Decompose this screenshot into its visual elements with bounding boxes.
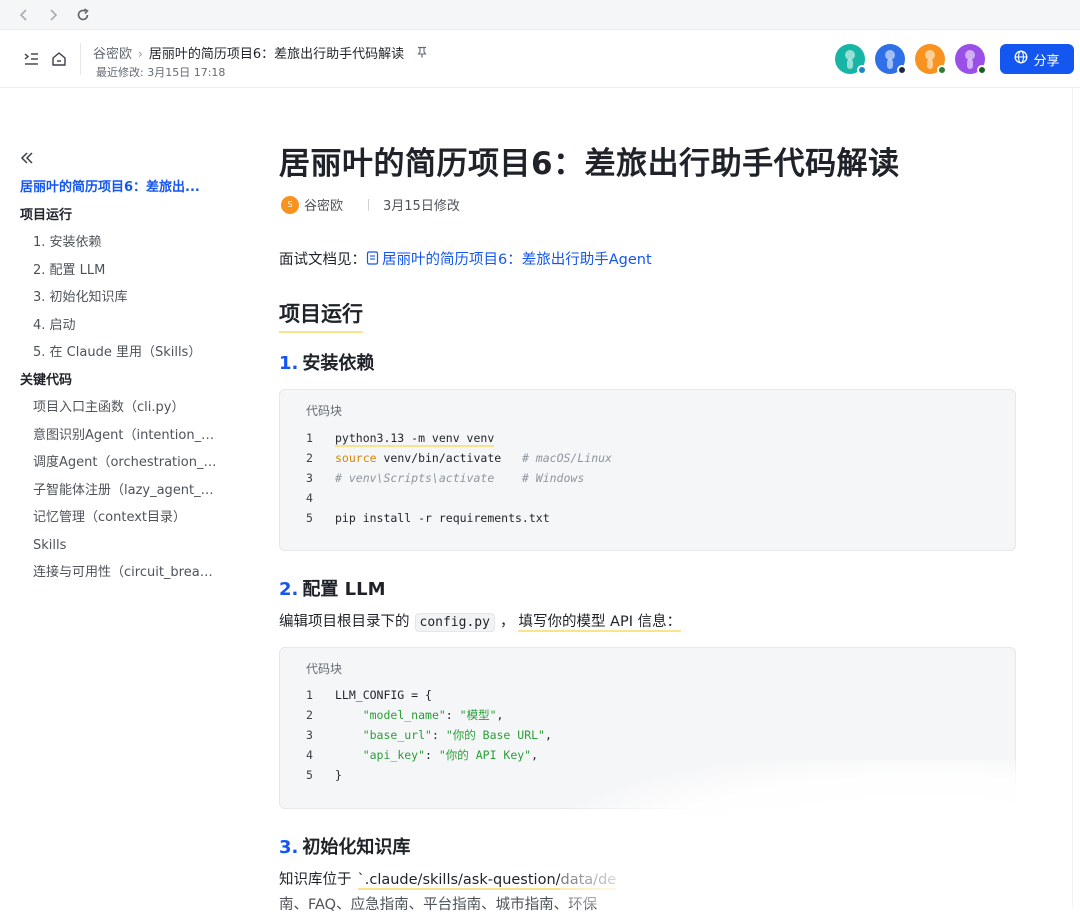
paragraph-text: ， (499, 614, 515, 630)
author-avatar[interactable]: S (281, 195, 299, 214)
doc-meta: S 谷密欧 3月15日修改 (281, 195, 460, 214)
status-dot (897, 65, 907, 75)
last-modified: 最近修改: 3月15日 17:18 (96, 66, 226, 79)
toc-item[interactable]: 记忆管理（context目录） (0, 504, 240, 532)
collaborator-avatar[interactable] (915, 44, 947, 75)
toc-item[interactable]: 意图识别Agent（intention_age... (0, 422, 240, 450)
toc-item[interactable]: 项目入口主函数（cli.py） (0, 394, 240, 422)
doc-link-text[interactable]: 居丽叶的简历项目6：差旅出行助手Agent (382, 252, 652, 268)
subsection-title: 初始化知识库 (302, 837, 411, 858)
meta-divider (368, 198, 370, 211)
toc-item[interactable]: 4. 启动 (0, 312, 240, 340)
toc-item[interactable]: 2. 配置 LLM (0, 257, 240, 285)
subsection-heading: 1. 安装依赖 (279, 349, 374, 375)
breadcrumb: 谷密欧 › 居丽叶的简历项目6：差旅出行助手代码解读 (93, 43, 428, 62)
toc-sidebar: 居丽叶的简历项目6：差旅出... 项目运行 1. 安装依赖 2. 配置 LLM … (0, 88, 240, 907)
collaborator-avatar[interactable] (955, 44, 987, 75)
toc-item[interactable]: 子智能体注册（lazy_agent_re... (0, 477, 240, 505)
toc-item[interactable]: 调度Agent（orchestration_age... (0, 449, 240, 477)
subsection-title: 安装依赖 (302, 353, 375, 374)
toc-item[interactable]: 1. 安装依赖 (0, 229, 240, 257)
status-dot (937, 65, 947, 75)
code-line: 3 # venv\Scripts\activate # Windows (306, 471, 585, 485)
toc-item[interactable]: 连接与可用性（circuit_breaker... (0, 559, 240, 587)
toc-item[interactable]: 5. 在 Claude 里用（Skills） (0, 339, 240, 367)
doc-title: 居丽叶的简历项目6：差旅出行助手代码解读 (279, 146, 900, 182)
toc-item[interactable]: 居丽叶的简历项目6：差旅出... (0, 174, 240, 202)
doc-link[interactable]: 居丽叶的简历项目6：差旅出行助手Agent (366, 251, 652, 268)
highlighted-text: 填写你的模型 API 信息： (518, 614, 682, 632)
toc-list: 居丽叶的简历项目6：差旅出... 项目运行 1. 安装依赖 2. 配置 LLM … (0, 174, 240, 587)
doc-icon (366, 251, 379, 265)
subsection-heading: 3. 初始化知识库 (279, 833, 410, 859)
header-divider (80, 43, 81, 75)
code-block-caption: 代码块 (306, 662, 343, 676)
collaborator-avatar[interactable] (875, 44, 907, 75)
toc-item[interactable]: Skills (0, 532, 240, 560)
code-line: 4 "api_key": "你的 API Key", (306, 748, 539, 762)
toc-item[interactable]: 项目运行 (0, 202, 240, 230)
toc-item[interactable]: 关键代码 (0, 367, 240, 395)
status-dot (857, 65, 867, 75)
back-icon[interactable] (16, 7, 32, 23)
status-dot (977, 65, 987, 75)
share-button[interactable]: 分享 (1000, 44, 1074, 74)
code-line: 5} (306, 768, 342, 782)
subsection-heading: 2. 配置 LLM (279, 575, 386, 601)
paragraph-text: 编辑项目根目录下的 (279, 614, 410, 630)
collapse-sidebar-icon[interactable] (19, 150, 35, 171)
paragraph: 编辑项目根目录下的 config.py，填写你的模型 API 信息： (279, 610, 682, 632)
inline-code: config.py (414, 613, 495, 632)
modified-date: 3月15日修改 (383, 199, 460, 214)
intro-paragraph: 面试文档见： 居丽叶的简历项目6：差旅出行助手Agent (279, 248, 652, 269)
code-line: 5 pip install -r requirements.txt (306, 511, 550, 525)
home-icon[interactable] (50, 50, 68, 68)
paragraph: 南、FAQ、应急指南、平台指南、城市指南、环保 (279, 897, 598, 913)
code-line: 1 python3.13 -m venv venv (306, 431, 495, 447)
blur-overlay (560, 760, 1080, 907)
globe-icon (1014, 50, 1028, 68)
subsection-number: 3. (279, 837, 299, 858)
paragraph-text: 知识库位于 (279, 872, 352, 888)
collaborator-avatar[interactable] (835, 44, 867, 75)
author-name[interactable]: 谷密欧 (304, 195, 343, 214)
intro-prefix: 面试文档见： (279, 252, 366, 268)
pin-icon[interactable] (412, 46, 428, 61)
breadcrumb-current: 居丽叶的简历项目6：差旅出行助手代码解读 (148, 47, 405, 62)
code-block[interactable]: 代码块 1 python3.13 -m venv venv 2 source ven… (279, 389, 1016, 551)
subsection-number: 1. (279, 353, 299, 374)
code-line: 3 "base_url": "你的 Base URL", (306, 728, 552, 742)
code-line: 2 source venv/bin/activate # macOS/Linux (306, 451, 612, 465)
code-line: 1 LLM_CONFIG = { (306, 688, 432, 702)
scrollbar-track[interactable] (1072, 88, 1080, 907)
toc-toggle-icon[interactable] (22, 50, 40, 68)
code-line: 4 (306, 491, 313, 505)
reload-icon[interactable] (75, 7, 91, 23)
forward-icon[interactable] (45, 7, 61, 23)
share-label: 分享 (1033, 53, 1060, 69)
subsection-number: 2. (279, 579, 299, 600)
code-block-caption: 代码块 (306, 404, 343, 418)
toc-item[interactable]: 3. 初始化知识库 (0, 284, 240, 312)
browser-toolbar (0, 0, 1080, 30)
chevron-right-icon: › (138, 47, 143, 61)
code-line: 2 "model_name": "模型", (306, 708, 504, 722)
section-heading: 项目运行 (279, 298, 363, 333)
breadcrumb-root[interactable]: 谷密欧 (93, 47, 132, 62)
subsection-title: 配置 LLM (302, 579, 386, 600)
